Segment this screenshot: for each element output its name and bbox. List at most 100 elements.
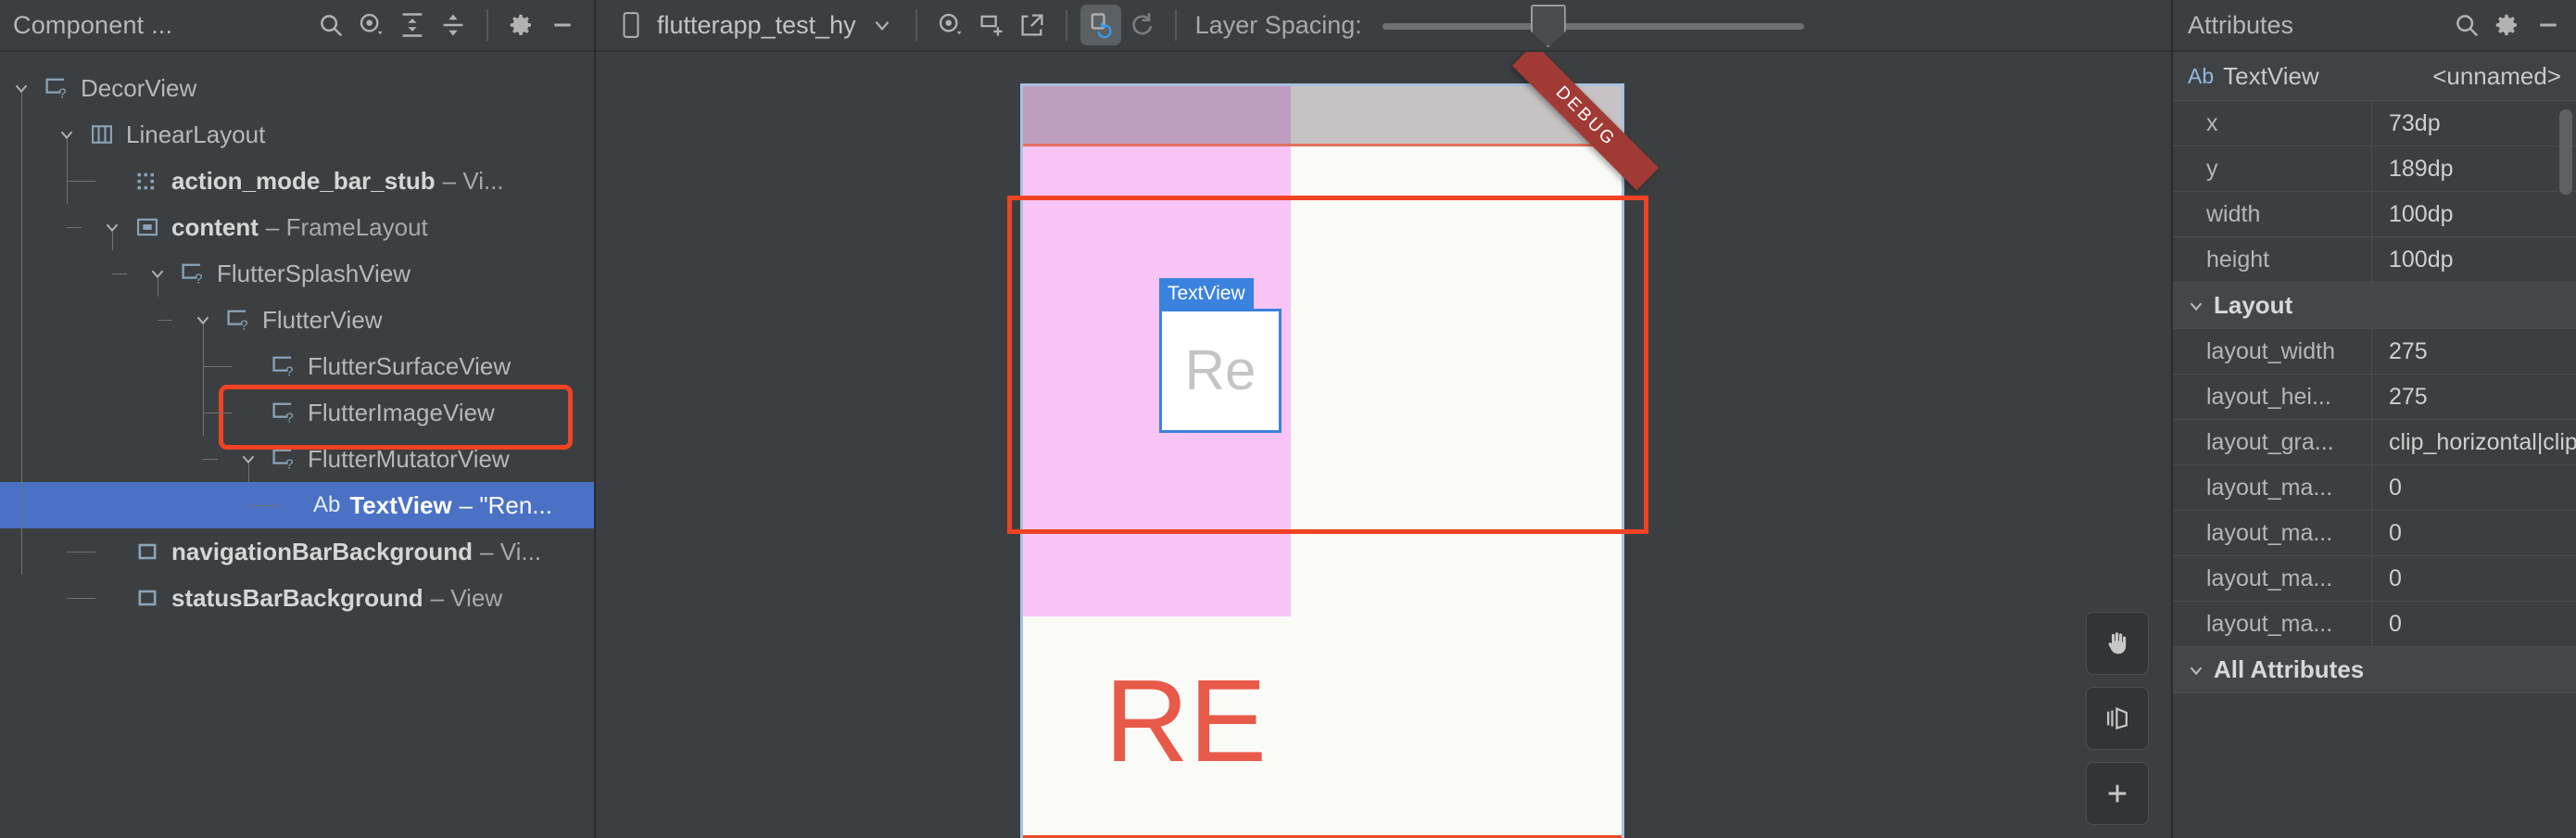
component-tree-list[interactable]: ? DecorView LinearLayout action_mode_bar_… [0,52,594,838]
attribute-value[interactable]: 100dp [2372,201,2576,228]
tree-guide-line [67,138,68,204]
status-bar-strip [1023,86,1622,144]
rotate-3d-icon[interactable] [1080,5,1121,45]
attributes-title: Attributes [2188,10,2294,39]
tree-node-linearlayout[interactable]: LinearLayout [0,111,594,158]
svg-text:?: ? [285,363,293,379]
layer-spacing-slider[interactable] [1382,5,1804,47]
attributes-scroll-thumb[interactable] [2559,109,2572,195]
pan-hand-icon[interactable] [2086,612,2149,675]
layer-spacing-label: Layer Spacing: [1194,10,1362,39]
expand-all-icon[interactable] [392,5,433,45]
attribute-value[interactable]: 189dp [2372,156,2576,183]
slider-thumb[interactable] [1530,5,1566,47]
attribute-key: height [2173,237,2372,282]
eye-dropdown-icon[interactable] [930,5,971,45]
attribute-row[interactable]: layout_ma... 0 [2173,556,2576,602]
tree-node-fluttermutatorview[interactable]: ? FlutterMutatorView [0,436,594,482]
tree-node-type: – FrameLayout [265,212,428,241]
tree-guide-line [248,505,277,506]
attribute-row[interactable]: layout_gra... clip_horizontal|clip, [2173,420,2576,465]
tree-node-decorview[interactable]: ? DecorView [0,65,594,111]
add-snapshot-icon[interactable] [971,5,1012,45]
attribute-key: layout_ma... [2173,511,2372,555]
tree-node-flutterview[interactable]: ? FlutterView [0,297,594,343]
tree-guide-line [67,181,95,182]
gear-icon[interactable] [2487,5,2528,45]
attributes-section-layout[interactable]: Layout [2173,283,2576,329]
attribute-row[interactable]: layout_ma... 0 [2173,465,2576,511]
attribute-value[interactable]: 100dp [2372,247,2576,273]
tree-node-label: TextView [349,490,452,519]
tree-node-fluttersurfaceview[interactable]: ? FlutterSurfaceView [0,343,594,389]
svg-text:?: ? [285,410,293,425]
phone-icon [611,5,651,45]
export-icon[interactable] [1012,5,1053,45]
search-icon[interactable] [2446,5,2487,45]
attribute-value[interactable]: 0 [2372,520,2576,547]
tree-node-textview[interactable]: Ab TextView – "Ren... [0,482,594,528]
attribute-row[interactable]: height 100dp [2173,237,2576,283]
tree-node-label: statusBarBackground [171,583,423,612]
chevron-down-icon[interactable] [2186,296,2206,316]
add-icon[interactable] [2086,762,2149,825]
attributes-scrollbar[interactable] [2559,102,2572,825]
canvas-float-toolbar [2086,612,2149,825]
tree-node-content[interactable]: content – FrameLayout [0,204,594,250]
tree-guide-line [112,273,127,274]
attribute-key: width [2173,192,2372,236]
tree-node-label: FlutterSurfaceView [308,351,511,380]
view-unknown-icon: ? [222,307,254,333]
tree-guide-line [158,320,172,321]
view-unknown-icon: ? [177,260,208,286]
view-unknown-icon: ? [268,353,299,379]
tree-guide-line [112,231,113,250]
minimize-icon[interactable] [542,5,583,45]
textview-content: Re [1184,339,1256,401]
svg-text:?: ? [58,85,66,101]
layer-rotate-icon[interactable] [2086,687,2149,750]
attribute-value[interactable]: 275 [2372,384,2576,411]
attribute-value[interactable]: 73dp [2372,110,2576,137]
attribute-value[interactable]: clip_horizontal|clip, [2372,429,2576,456]
view-unknown-icon: ? [268,400,299,425]
toolbar-divider-2 [915,9,917,41]
gear-icon[interactable] [501,5,542,45]
tree-node-type: – Vi... [480,537,542,565]
attribute-row[interactable]: x 73dp [2173,101,2576,146]
attribute-row[interactable]: y 189dp [2173,146,2576,192]
chevron-down-icon[interactable] [2186,660,2206,680]
search-icon[interactable] [310,5,351,45]
toolbar-divider-4 [1174,9,1177,41]
svg-text:?: ? [195,271,202,286]
tree-node-flutterimageview[interactable]: ? FlutterImageView [0,389,594,436]
refresh-icon[interactable] [1121,5,1162,45]
tree-node-fluttersplashview[interactable]: ? FlutterSplashView [0,250,594,297]
textview-badge-label: TextView [1159,278,1254,309]
tree-guide-line [67,227,82,228]
textview-selection-marker[interactable]: TextView Re [1159,278,1282,433]
attribute-key: layout_gra... [2173,420,2372,464]
attribute-row[interactable]: layout_hei... 275 [2173,375,2576,420]
attribute-row[interactable]: width 100dp [2173,192,2576,237]
collapse-all-icon[interactable] [433,5,474,45]
attributes-section-all[interactable]: All Attributes [2173,647,2576,693]
attribute-key: layout_width [2173,329,2372,374]
attribute-value[interactable]: 0 [2372,611,2576,638]
attribute-row[interactable]: layout_width 275 [2173,329,2576,375]
device-selector-label[interactable]: flutterapp_test_hy [657,11,856,40]
attribute-value[interactable]: 0 [2372,475,2576,502]
component-tree-panel: Component ... ? DecorView LinearLayout a… [0,0,596,838]
attribute-row[interactable]: layout_ma... 0 [2173,602,2576,647]
chevron-down-icon[interactable] [862,5,903,45]
attributes-rows[interactable]: x 73dp y 189dp width 100dp height 100dp Layout l… [2173,101,2576,693]
device-canvas[interactable]: DEBUG RE TextView Re [596,52,2171,838]
tree-node-type: – Vi... [442,166,504,195]
attribute-value[interactable]: 0 [2372,565,2576,592]
attribute-value[interactable]: 275 [2372,338,2576,365]
eye-dropdown-icon[interactable] [351,5,392,45]
tree-node-label: content [171,212,259,241]
tree-guide-line [203,324,204,436]
minimize-icon[interactable] [2528,5,2569,45]
attribute-row[interactable]: layout_ma... 0 [2173,511,2576,556]
